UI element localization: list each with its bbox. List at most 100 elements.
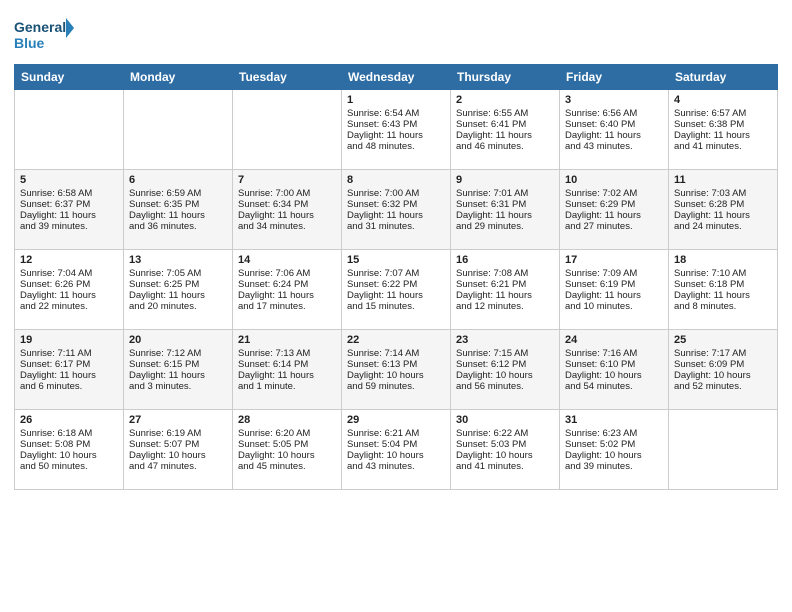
day-info: Sunset: 6:09 PM [674, 359, 772, 370]
calendar-cell: 24Sunrise: 7:16 AMSunset: 6:10 PMDayligh… [560, 330, 669, 410]
calendar-header-monday: Monday [124, 65, 233, 90]
day-info: Daylight: 11 hours [129, 290, 227, 301]
calendar-cell: 8Sunrise: 7:00 AMSunset: 6:32 PMDaylight… [342, 170, 451, 250]
day-number: 10 [565, 174, 663, 186]
day-number: 24 [565, 334, 663, 346]
day-info: and 54 minutes. [565, 381, 663, 392]
calendar-cell [233, 90, 342, 170]
calendar-cell [669, 410, 778, 490]
day-info: and 10 minutes. [565, 301, 663, 312]
day-info: and 52 minutes. [674, 381, 772, 392]
day-info: Sunrise: 7:01 AM [456, 188, 554, 199]
calendar-cell: 21Sunrise: 7:13 AMSunset: 6:14 PMDayligh… [233, 330, 342, 410]
day-info: Sunrise: 7:09 AM [565, 268, 663, 279]
day-info: Sunrise: 6:23 AM [565, 428, 663, 439]
calendar-cell: 29Sunrise: 6:21 AMSunset: 5:04 PMDayligh… [342, 410, 451, 490]
day-info: Sunset: 6:41 PM [456, 119, 554, 130]
calendar-cell: 30Sunrise: 6:22 AMSunset: 5:03 PMDayligh… [451, 410, 560, 490]
day-info: Sunrise: 7:08 AM [456, 268, 554, 279]
day-info: Daylight: 10 hours [20, 450, 118, 461]
calendar-cell: 7Sunrise: 7:00 AMSunset: 6:34 PMDaylight… [233, 170, 342, 250]
day-info: Sunset: 6:35 PM [129, 199, 227, 210]
day-info: Sunset: 6:21 PM [456, 279, 554, 290]
day-info: Sunset: 5:03 PM [456, 439, 554, 450]
calendar-week-4: 26Sunrise: 6:18 AMSunset: 5:08 PMDayligh… [15, 410, 778, 490]
day-info: Sunset: 6:25 PM [129, 279, 227, 290]
calendar-cell: 10 Sunrise: 7:02 AMSunset: 6:29 PMDayligh… [560, 170, 669, 250]
day-info: Sunset: 6:43 PM [347, 119, 445, 130]
day-info: Sunset: 6:22 PM [347, 279, 445, 290]
calendar-cell: 14Sunrise: 7:06 AMSunset: 6:24 PMDayligh… [233, 250, 342, 330]
day-info: Sunset: 6:19 PM [565, 279, 663, 290]
day-info: Sunset: 6:29 PM [565, 199, 663, 210]
day-info: and 47 minutes. [129, 461, 227, 472]
day-info: Daylight: 11 hours [674, 130, 772, 141]
day-info: and 20 minutes. [129, 301, 227, 312]
day-info: and 56 minutes. [456, 381, 554, 392]
calendar-cell: 19Sunrise: 7:11 AMSunset: 6:17 PMDayligh… [15, 330, 124, 410]
calendar-header-tuesday: Tuesday [233, 65, 342, 90]
day-info: and 22 minutes. [20, 301, 118, 312]
day-info: Sunrise: 7:05 AM [129, 268, 227, 279]
calendar-cell: 5Sunrise: 6:58 AMSunset: 6:37 PMDaylight… [15, 170, 124, 250]
day-info: Sunrise: 7:02 AM [565, 188, 663, 199]
day-info: Sunrise: 7:14 AM [347, 348, 445, 359]
calendar-week-3: 19Sunrise: 7:11 AMSunset: 6:17 PMDayligh… [15, 330, 778, 410]
day-info: Sunset: 6:26 PM [20, 279, 118, 290]
day-number: 9 [456, 174, 554, 186]
day-info: and 31 minutes. [347, 221, 445, 232]
calendar-cell: 25Sunrise: 7:17 AMSunset: 6:09 PMDayligh… [669, 330, 778, 410]
day-info: Sunset: 5:07 PM [129, 439, 227, 450]
day-info: Sunrise: 6:18 AM [20, 428, 118, 439]
calendar-header-sunday: Sunday [15, 65, 124, 90]
day-info: Sunrise: 6:58 AM [20, 188, 118, 199]
day-number: 7 [238, 174, 336, 186]
day-info: Daylight: 10 hours [456, 450, 554, 461]
day-number: 25 [674, 334, 772, 346]
day-info: and 12 minutes. [456, 301, 554, 312]
logo-svg: GeneralBlue [14, 14, 74, 56]
calendar-cell: 18Sunrise: 7:10 AMSunset: 6:18 PMDayligh… [669, 250, 778, 330]
day-info: and 59 minutes. [347, 381, 445, 392]
day-info: Sunrise: 7:03 AM [674, 188, 772, 199]
day-info: and 36 minutes. [129, 221, 227, 232]
day-info: Daylight: 11 hours [20, 290, 118, 301]
header: GeneralBlue [14, 10, 778, 56]
day-info: Sunrise: 6:19 AM [129, 428, 227, 439]
day-info: Daylight: 11 hours [456, 290, 554, 301]
day-info: Sunrise: 7:12 AM [129, 348, 227, 359]
day-number: 4 [674, 94, 772, 106]
day-info: Sunset: 6:38 PM [674, 119, 772, 130]
day-number: 13 [129, 254, 227, 266]
calendar-cell: 9Sunrise: 7:01 AMSunset: 6:31 PMDaylight… [451, 170, 560, 250]
day-info: Sunrise: 7:00 AM [238, 188, 336, 199]
day-number: 31 [565, 414, 663, 426]
day-number: 12 [20, 254, 118, 266]
calendar-cell: 11Sunrise: 7:03 AMSunset: 6:28 PMDayligh… [669, 170, 778, 250]
day-info: Sunset: 6:13 PM [347, 359, 445, 370]
day-number: 18 [674, 254, 772, 266]
day-info: Daylight: 10 hours [565, 370, 663, 381]
page-container: GeneralBlue SundayMondayTuesdayWednesday… [0, 0, 792, 500]
svg-text:Blue: Blue [14, 35, 45, 51]
calendar-cell: 3Sunrise: 6:56 AMSunset: 6:40 PMDaylight… [560, 90, 669, 170]
day-info: Sunset: 6:32 PM [347, 199, 445, 210]
calendar-cell: 2Sunrise: 6:55 AMSunset: 6:41 PMDaylight… [451, 90, 560, 170]
day-info: Daylight: 10 hours [456, 370, 554, 381]
calendar-cell: 1Sunrise: 6:54 AMSunset: 6:43 PMDaylight… [342, 90, 451, 170]
day-info: Sunset: 5:04 PM [347, 439, 445, 450]
day-info: Sunset: 6:31 PM [456, 199, 554, 210]
calendar-cell: 23Sunrise: 7:15 AMSunset: 6:12 PMDayligh… [451, 330, 560, 410]
day-number: 19 [20, 334, 118, 346]
day-info: Daylight: 11 hours [565, 290, 663, 301]
day-info: and 41 minutes. [674, 141, 772, 152]
day-number: 22 [347, 334, 445, 346]
calendar-cell: 22Sunrise: 7:14 AMSunset: 6:13 PMDayligh… [342, 330, 451, 410]
day-info: and 48 minutes. [347, 141, 445, 152]
day-info: Daylight: 10 hours [565, 450, 663, 461]
calendar-cell: 13 Sunrise: 7:05 AMSunset: 6:25 PMDayligh… [124, 250, 233, 330]
day-info: Daylight: 11 hours [347, 290, 445, 301]
day-info: Daylight: 11 hours [565, 210, 663, 221]
day-info: Sunset: 6:15 PM [129, 359, 227, 370]
day-number: 11 [674, 174, 772, 186]
